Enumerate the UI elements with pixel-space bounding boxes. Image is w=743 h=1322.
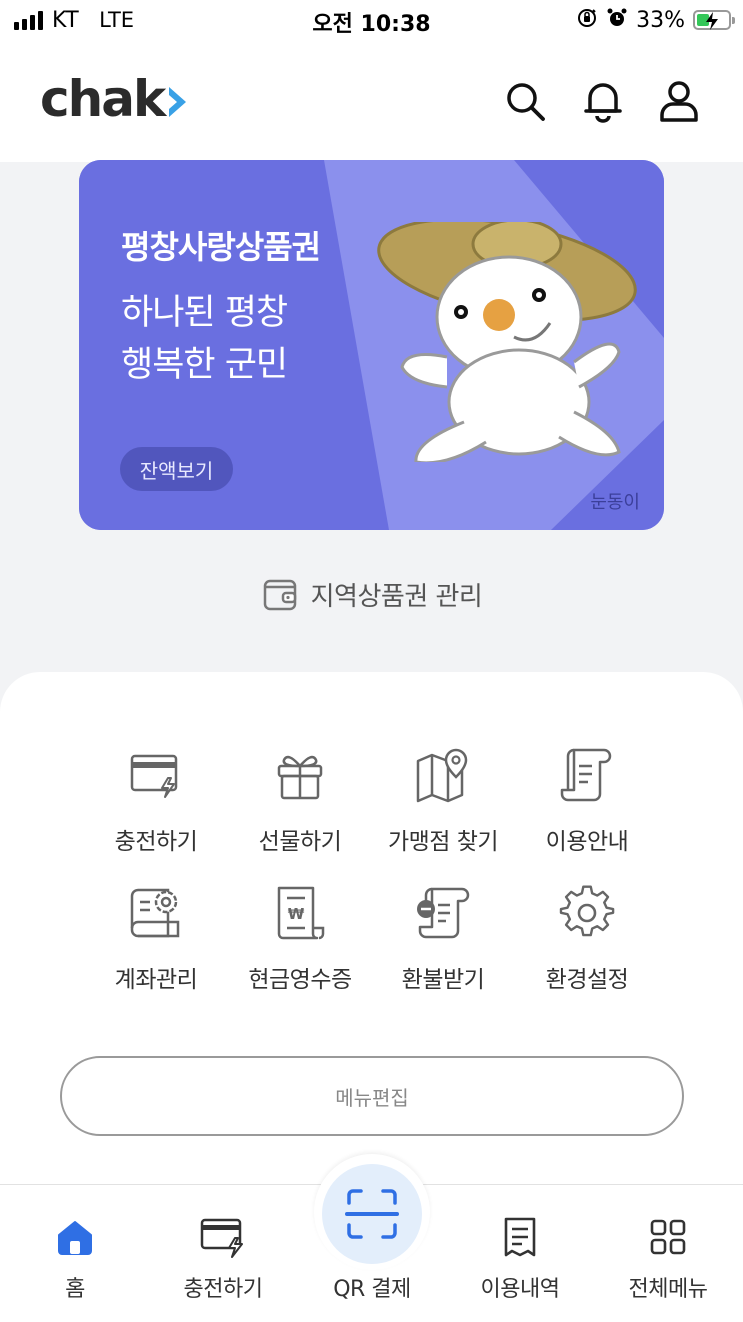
chak-logo[interactable]: chak <box>40 70 190 128</box>
battery-percent: 33% <box>636 7 685 33</box>
grid-menu-icon <box>598 1215 738 1259</box>
menu-item-gift[interactable]: 선물하기 <box>225 744 375 864</box>
menu-edit-button[interactable]: 메뉴편집 <box>60 1056 684 1136</box>
refund-icon <box>368 882 518 944</box>
menu-item-cash-receipt[interactable]: ₩ 현금영수증 <box>225 882 375 1002</box>
orientation-lock-icon <box>576 7 598 33</box>
user-icon[interactable] <box>656 78 702 124</box>
guide-document-icon <box>512 744 662 806</box>
account-settings-icon <box>81 882 231 944</box>
app-screen: KT LTE 오전 10:38 33% chak 평창사랑상품권 하나된 평창 … <box>0 0 743 1322</box>
gear-icon <box>512 882 662 944</box>
nav-all-menu[interactable]: 전체메뉴 <box>598 1205 738 1315</box>
mascot-name: 눈동이 <box>590 492 640 513</box>
nav-home[interactable]: 홈 <box>5 1205 145 1315</box>
logo-text: chak <box>40 70 166 128</box>
svg-text:₩: ₩ <box>288 905 305 923</box>
logo-chevron-icon <box>169 87 187 117</box>
menu-label: 이용안내 <box>545 829 629 855</box>
status-bar: KT LTE 오전 10:38 33% <box>0 0 743 40</box>
menu-item-refund[interactable]: 환불받기 <box>368 882 518 1002</box>
menu-item-charge[interactable]: 충전하기 <box>81 744 231 864</box>
nav-charge[interactable]: 충전하기 <box>153 1205 293 1315</box>
charge-card-icon <box>153 1215 293 1259</box>
receipt-won-icon: ₩ <box>225 882 375 944</box>
banner-title: 평창사랑상품권 <box>121 228 321 266</box>
nav-label: 전체메뉴 <box>628 1277 708 1302</box>
menu-card: 충전하기 선물하기 가맹점 찾기 이용안내 계좌관리 ₩ 현금영수증 환불받기 … <box>0 672 743 1202</box>
bell-icon[interactable] <box>580 78 626 124</box>
search-icon[interactable] <box>502 78 548 124</box>
banner-line-1: 하나된 평창 <box>121 293 288 333</box>
charge-card-icon <box>81 744 231 806</box>
battery-charging-icon <box>693 10 735 30</box>
gift-icon <box>225 744 375 806</box>
home-icon <box>5 1215 145 1259</box>
nav-label: QR 결제 <box>333 1277 411 1302</box>
menu-item-find-store[interactable]: 가맹점 찾기 <box>368 744 518 864</box>
balance-view-button[interactable]: 잔액보기 <box>120 447 233 491</box>
nav-label: 충전하기 <box>183 1277 263 1302</box>
voucher-manage-label: 지역상품권 관리 <box>310 581 483 612</box>
map-pin-icon <box>368 744 518 806</box>
menu-item-settings[interactable]: 환경설정 <box>512 882 662 1002</box>
menu-item-account[interactable]: 계좌관리 <box>81 882 231 1002</box>
alarm-icon <box>606 7 628 33</box>
nav-label: 홈 <box>65 1277 85 1302</box>
wallet-icon <box>263 579 296 611</box>
snowman-mascot-icon <box>377 222 637 462</box>
nav-label: 이용내역 <box>480 1277 560 1302</box>
app-header: chak <box>0 40 743 162</box>
status-right: 33% <box>576 6 735 34</box>
voucher-manage-link[interactable]: 지역상품권 관리 <box>0 572 743 616</box>
history-receipt-icon <box>450 1215 590 1259</box>
nav-history[interactable]: 이용내역 <box>450 1205 590 1315</box>
menu-label: 환경설정 <box>545 967 629 993</box>
promo-banner[interactable]: 평창사랑상품권 하나된 평창 행복한 군민 잔액보기 눈동이 <box>79 160 664 530</box>
menu-item-guide[interactable]: 이용안내 <box>512 744 662 864</box>
nav-qr-pay[interactable]: QR 결제 <box>302 1205 442 1315</box>
banner-line-2: 행복한 군민 <box>121 345 288 385</box>
